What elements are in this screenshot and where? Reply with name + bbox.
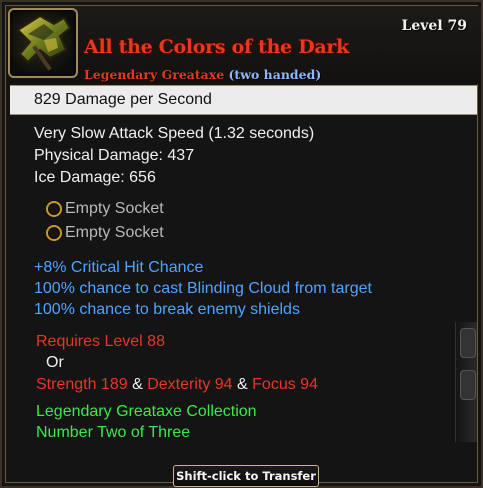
socket-label: Empty Socket bbox=[65, 200, 164, 217]
focus-requirement: Focus 94 bbox=[252, 376, 318, 393]
item-tooltip: Level 79 All the Colors of the Dark Lege… bbox=[0, 0, 483, 488]
panel-knob bbox=[460, 370, 476, 400]
attribute-requirements: Strength 189 & Dexterity 94 & Focus 94 bbox=[36, 376, 318, 394]
requires-level: Requires Level 88 bbox=[36, 333, 165, 350]
socket-row: Empty Socket bbox=[46, 200, 164, 218]
dexterity-requirement: Dexterity 94 bbox=[147, 376, 233, 393]
requirement-or: Or bbox=[46, 354, 64, 371]
and-symbol: & bbox=[132, 376, 143, 393]
dps-value: 829 Damage per Second bbox=[34, 91, 212, 108]
panel-knob bbox=[460, 328, 476, 358]
item-name: All the Colors of the Dark bbox=[84, 36, 350, 58]
strength-requirement: Strength 189 bbox=[36, 376, 128, 393]
bonus-line: +8% Critical Hit Chance bbox=[34, 259, 204, 276]
physical-damage: Physical Damage: 437 bbox=[34, 147, 195, 164]
item-handedness: (two handed) bbox=[228, 67, 322, 82]
and-symbol: & bbox=[237, 376, 248, 393]
item-type-label: Legendary Greataxe bbox=[84, 67, 225, 82]
bonus-line: 100% chance to cast Blinding Cloud from … bbox=[34, 280, 372, 297]
background-panel-edge bbox=[455, 322, 477, 442]
shift-click-transfer-button[interactable]: Shift-click to Transfer bbox=[173, 465, 319, 487]
greataxe-icon bbox=[8, 8, 78, 78]
item-level: Level 79 bbox=[401, 18, 467, 34]
socket-row: Empty Socket bbox=[46, 224, 164, 242]
attack-speed: Very Slow Attack Speed (1.32 seconds) bbox=[34, 125, 315, 142]
socket-label: Empty Socket bbox=[65, 224, 164, 241]
tooltip-header: Level 79 All the Colors of the Dark Lege… bbox=[6, 6, 481, 84]
socket-icon bbox=[46, 225, 62, 241]
dps-bar: 829 Damage per Second bbox=[10, 85, 477, 115]
collection-position: Number Two of Three bbox=[36, 424, 191, 441]
ice-damage: Ice Damage: 656 bbox=[34, 169, 156, 186]
bonus-line: 100% chance to break enemy shields bbox=[34, 301, 300, 318]
item-type: Legendary Greataxe (two handed) bbox=[84, 67, 321, 82]
collection-name: Legendary Greataxe Collection bbox=[36, 403, 257, 420]
socket-icon bbox=[46, 201, 62, 217]
